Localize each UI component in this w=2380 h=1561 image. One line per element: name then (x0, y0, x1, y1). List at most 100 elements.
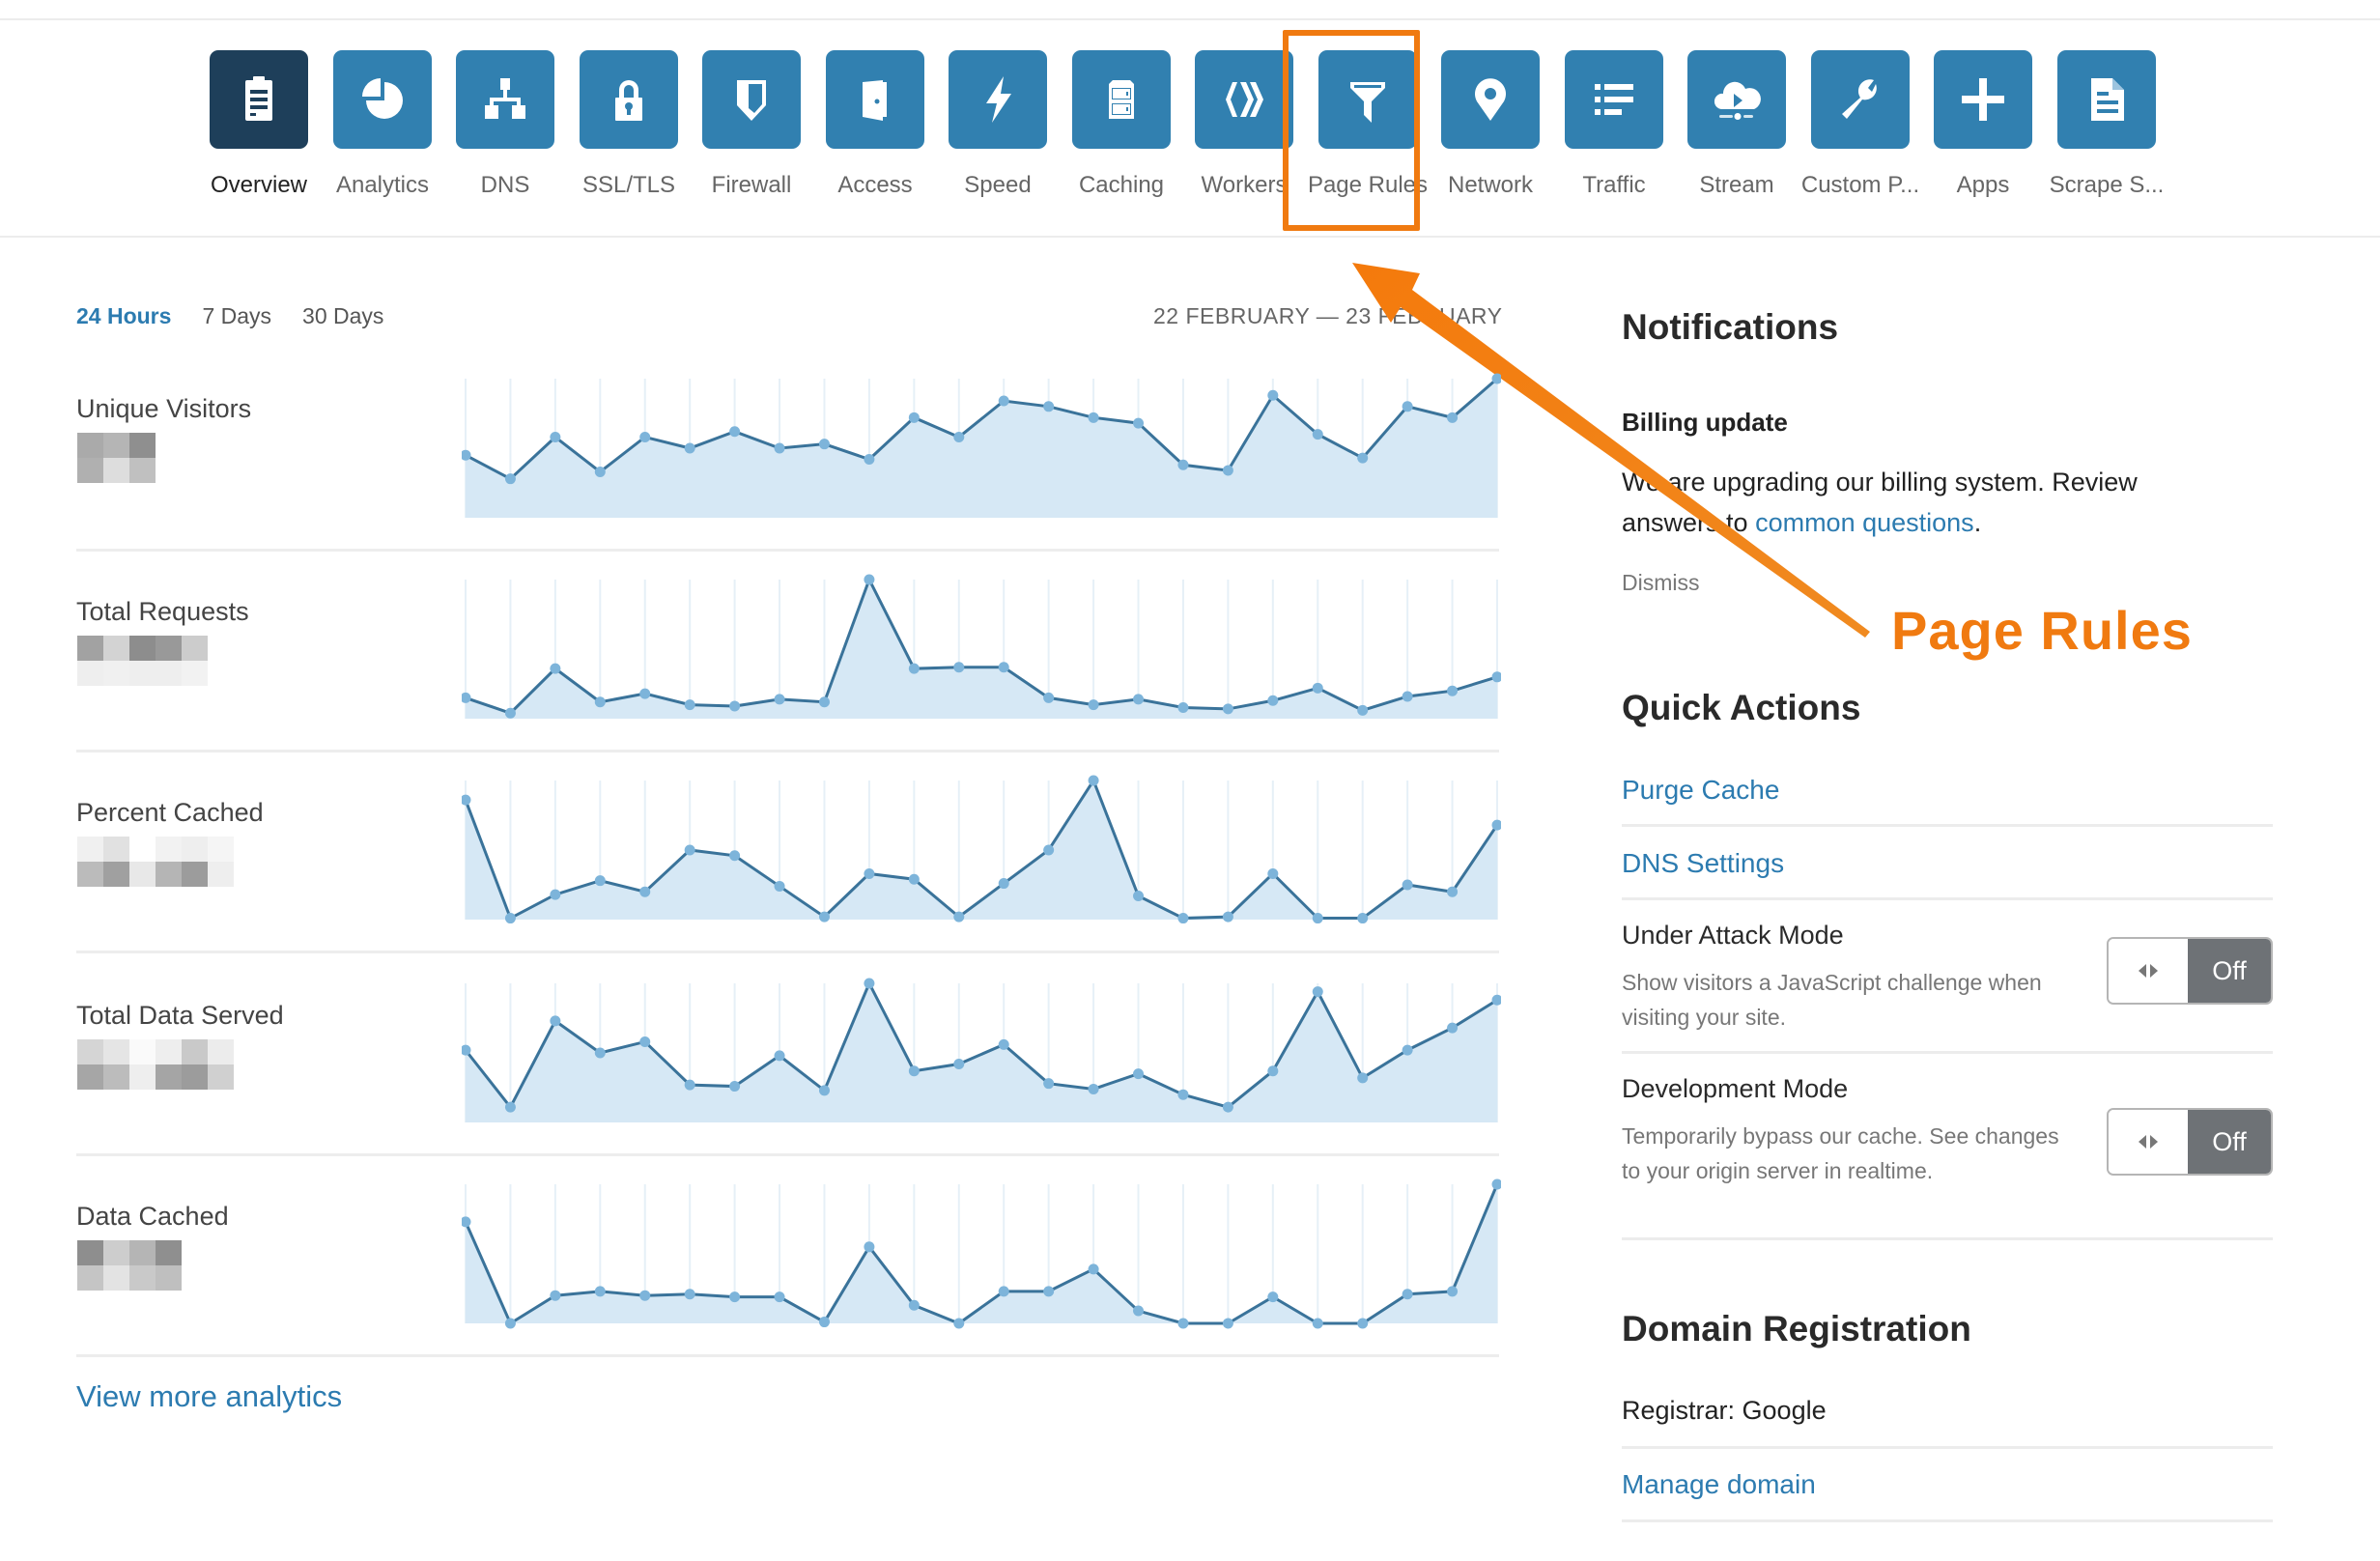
nav-item-access[interactable]: Access (813, 50, 937, 199)
data-point[interactable] (1267, 695, 1279, 706)
data-point[interactable] (1088, 775, 1099, 786)
data-point[interactable] (1088, 699, 1099, 711)
data-point[interactable] (1133, 1305, 1145, 1317)
data-point[interactable] (1177, 1089, 1189, 1100)
data-point[interactable] (774, 694, 785, 705)
data-point[interactable] (1402, 691, 1413, 702)
data-point[interactable] (504, 1101, 516, 1113)
data-point[interactable] (1133, 417, 1145, 429)
data-point[interactable] (1222, 911, 1233, 922)
data-point[interactable] (953, 1059, 965, 1070)
data-point[interactable] (1043, 692, 1055, 703)
data-point[interactable] (1402, 1044, 1413, 1056)
data-point[interactable] (1447, 412, 1459, 423)
data-point[interactable] (1267, 1065, 1279, 1077)
data-point[interactable] (462, 794, 471, 806)
nav-item-overview[interactable]: Overview (197, 50, 321, 199)
data-point[interactable] (594, 696, 606, 708)
data-point[interactable] (1222, 703, 1233, 715)
data-point[interactable] (864, 978, 875, 989)
data-point[interactable] (639, 1290, 651, 1301)
data-point[interactable] (953, 911, 965, 922)
data-point[interactable] (1043, 1078, 1055, 1090)
nav-item-analytics[interactable]: Analytics (321, 50, 444, 199)
data-point[interactable] (1133, 1068, 1145, 1080)
tab-7-days[interactable]: 7 Days (202, 303, 271, 329)
data-point[interactable] (729, 1291, 741, 1303)
data-point[interactable] (639, 886, 651, 897)
manage-domain-link[interactable]: Manage domain (1622, 1469, 1816, 1500)
data-point[interactable] (908, 1299, 920, 1311)
data-point[interactable] (684, 442, 695, 454)
data-point[interactable] (1312, 913, 1323, 924)
data-point[interactable] (953, 662, 965, 673)
data-point[interactable] (1043, 844, 1055, 856)
data-point[interactable] (953, 1318, 965, 1329)
nav-item-apps[interactable]: Apps (1921, 50, 2045, 199)
data-point[interactable] (864, 454, 875, 466)
data-point[interactable] (1222, 1318, 1233, 1329)
data-point[interactable] (774, 1291, 785, 1303)
data-point[interactable] (1357, 704, 1369, 716)
under-attack-toggle[interactable]: Off (2107, 937, 2273, 1005)
data-point[interactable] (1088, 1083, 1099, 1094)
data-point[interactable] (504, 707, 516, 719)
data-point[interactable] (1447, 1022, 1459, 1034)
data-point[interactable] (1267, 1291, 1279, 1303)
data-point[interactable] (639, 431, 651, 442)
data-point[interactable] (1043, 1286, 1055, 1297)
data-point[interactable] (504, 473, 516, 485)
data-point[interactable] (550, 1015, 561, 1027)
data-point[interactable] (774, 1050, 785, 1062)
data-point[interactable] (1447, 685, 1459, 696)
data-point[interactable] (1312, 682, 1323, 694)
data-point[interactable] (998, 395, 1009, 407)
data-point[interactable] (639, 1036, 651, 1047)
data-point[interactable] (908, 412, 920, 423)
nav-item-speed[interactable]: Speed (936, 50, 1060, 199)
data-point[interactable] (729, 700, 741, 712)
nav-item-firewall[interactable]: Firewall (690, 50, 813, 199)
data-point[interactable] (594, 1047, 606, 1059)
data-point[interactable] (550, 889, 561, 900)
data-point[interactable] (729, 850, 741, 862)
dns-settings-link[interactable]: DNS Settings (1622, 848, 1784, 879)
data-point[interactable] (908, 663, 920, 674)
data-point[interactable] (1088, 412, 1099, 423)
data-point[interactable] (998, 662, 1009, 673)
nav-item-dns[interactable]: DNS (443, 50, 567, 199)
dev-mode-toggle[interactable]: Off (2107, 1108, 2273, 1176)
data-point[interactable] (550, 431, 561, 442)
data-point[interactable] (684, 1079, 695, 1091)
data-point[interactable] (550, 663, 561, 674)
data-point[interactable] (1177, 913, 1189, 924)
data-point[interactable] (1357, 1318, 1369, 1329)
data-point[interactable] (684, 844, 695, 856)
data-point[interactable] (1447, 886, 1459, 897)
data-point[interactable] (1177, 1318, 1189, 1329)
view-more-analytics-link[interactable]: View more analytics (76, 1379, 342, 1414)
nav-item-scrape-s[interactable]: Scrape S... (2045, 50, 2168, 199)
data-point[interactable] (1088, 1263, 1099, 1275)
data-point[interactable] (1357, 1072, 1369, 1084)
nav-item-network[interactable]: Network (1429, 50, 1552, 199)
data-point[interactable] (818, 1085, 830, 1096)
data-point[interactable] (864, 867, 875, 879)
nav-item-traffic[interactable]: Traffic (1552, 50, 1676, 199)
data-point[interactable] (864, 1241, 875, 1253)
data-point[interactable] (908, 1065, 920, 1077)
data-point[interactable] (818, 911, 830, 922)
data-point[interactable] (1133, 891, 1145, 902)
data-point[interactable] (1267, 867, 1279, 879)
nav-item-custom-p[interactable]: Custom P... (1799, 50, 1922, 199)
data-point[interactable] (1402, 879, 1413, 891)
data-point[interactable] (774, 442, 785, 454)
data-point[interactable] (953, 431, 965, 442)
nav-item-caching[interactable]: Caching (1060, 50, 1183, 199)
tab-24-hours[interactable]: 24 Hours (76, 303, 171, 329)
data-point[interactable] (1043, 401, 1055, 412)
data-point[interactable] (1357, 913, 1369, 924)
data-point[interactable] (864, 574, 875, 585)
data-point[interactable] (1267, 389, 1279, 401)
data-point[interactable] (818, 439, 830, 450)
